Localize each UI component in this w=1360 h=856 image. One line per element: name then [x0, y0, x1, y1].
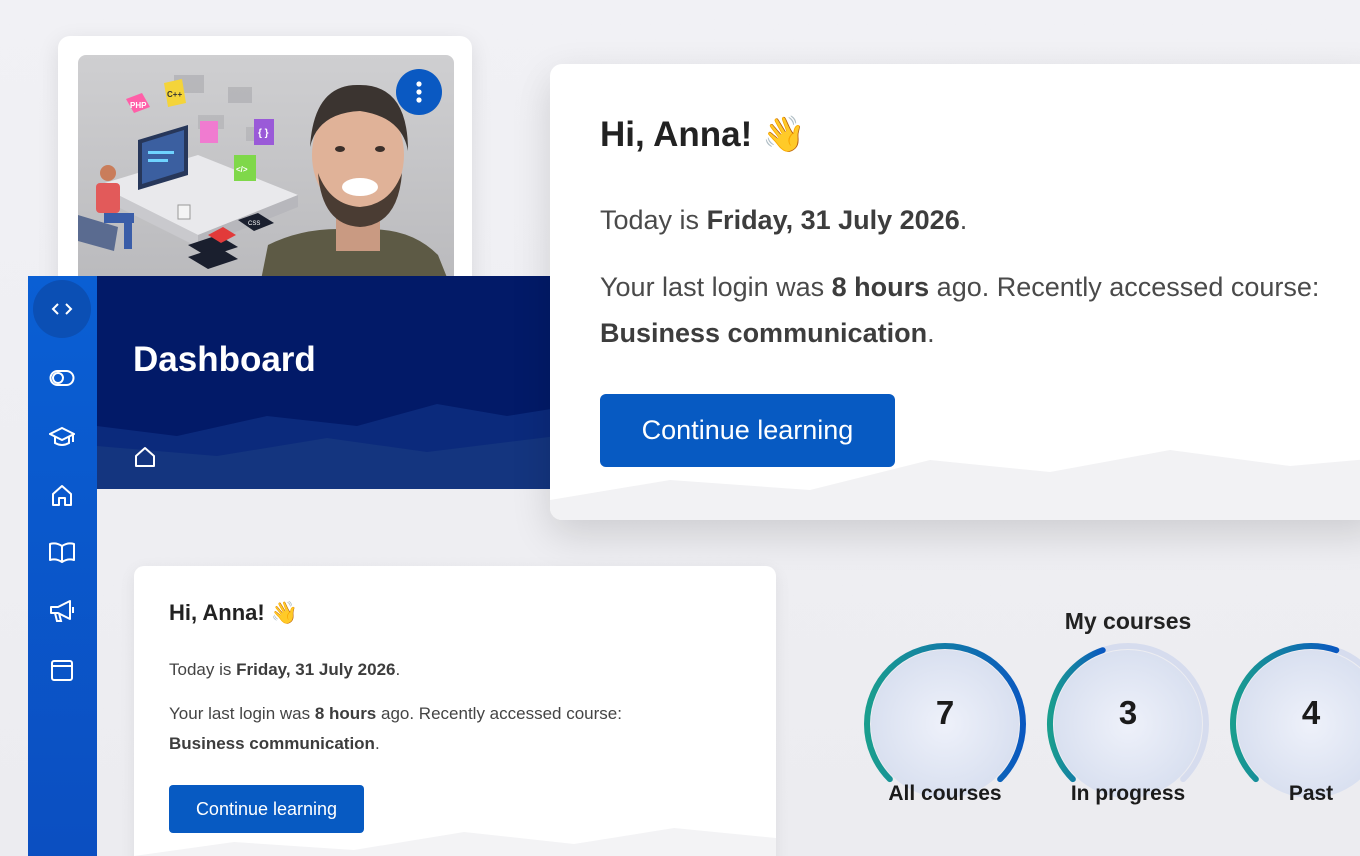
last-login-text: Your last login was 8 hours ago. Recentl… — [600, 272, 1320, 348]
page-title: Dashboard — [133, 340, 316, 379]
svg-text:PHP: PHP — [130, 101, 147, 110]
more-options-button[interactable] — [396, 69, 442, 115]
sidebar-item-toggle[interactable] — [48, 364, 76, 392]
today-text: Today is Friday, 31 July 2026. — [169, 660, 401, 679]
gauge-value: 4 — [1301, 694, 1321, 731]
welcome-card-small: Hi, Anna! 👋 Today is Friday, 31 July 202… — [134, 566, 776, 856]
sidebar — [28, 276, 97, 856]
gauge-value: 3 — [1118, 694, 1138, 731]
gauge-in-progress[interactable]: 3 In progress — [1038, 636, 1218, 816]
waving-hand-icon: 👋 — [270, 601, 299, 626]
gauge-label: Past — [1288, 782, 1334, 805]
mountain-background — [97, 404, 557, 489]
course-card[interactable]: PHP C++ { } </> CSS — [58, 36, 472, 296]
book-icon — [49, 542, 75, 563]
welcome-card-large: Hi, Anna! 👋 Today is Friday, 31 July 202… — [550, 64, 1360, 520]
today-text: Today is Friday, 31 July 2026. — [600, 205, 968, 235]
continue-learning-button[interactable]: Continue learning — [600, 394, 895, 467]
megaphone-icon — [50, 600, 74, 622]
home-icon — [135, 447, 155, 467]
svg-text:{ }: { } — [258, 128, 269, 139]
svg-text:CSS: CSS — [248, 221, 260, 227]
sidebar-item-announcements[interactable] — [48, 597, 76, 625]
greeting: Hi, Anna! 👋 — [169, 600, 299, 626]
home-icon — [52, 485, 72, 506]
kebab-menu-icon — [416, 81, 422, 103]
graduation-cap-icon — [49, 426, 75, 446]
my-courses-title: My courses — [1064, 608, 1192, 634]
dashboard-header: Dashboard — [97, 276, 557, 489]
sidebar-item-home[interactable] — [48, 481, 76, 509]
breadcrumb-home[interactable] — [134, 446, 156, 473]
cpp-tag: C++ — [164, 79, 186, 107]
last-login-text: Your last login was 8 hours ago. Recentl… — [169, 704, 622, 753]
gauge-value: 7 — [935, 694, 955, 731]
waving-hand-icon: 👋 — [762, 115, 806, 155]
gauge-past[interactable]: 4 Past — [1221, 636, 1360, 816]
svg-text:</>: </> — [236, 165, 248, 174]
svg-text:C++: C++ — [167, 90, 182, 99]
greeting: Hi, Anna! 👋 — [600, 115, 806, 155]
calendar-icon — [51, 660, 73, 681]
recent-course-link[interactable]: Business communication — [600, 318, 927, 348]
recent-course-link[interactable]: Business communication — [169, 734, 375, 753]
sidebar-item-library[interactable] — [48, 538, 76, 566]
continue-learning-button[interactable]: Continue learning — [169, 785, 364, 833]
course-thumbnail[interactable]: PHP C++ { } </> CSS — [78, 55, 454, 295]
php-tag: PHP — [126, 93, 150, 113]
collapse-toggle-icon — [51, 303, 73, 315]
sidebar-item-calendar[interactable] — [48, 656, 76, 684]
sidebar-toggle-button[interactable] — [33, 280, 91, 338]
gauge-all-courses[interactable]: 7 All courses — [855, 636, 1035, 816]
toggle-icon — [49, 370, 75, 386]
sidebar-item-courses[interactable] — [48, 423, 76, 451]
